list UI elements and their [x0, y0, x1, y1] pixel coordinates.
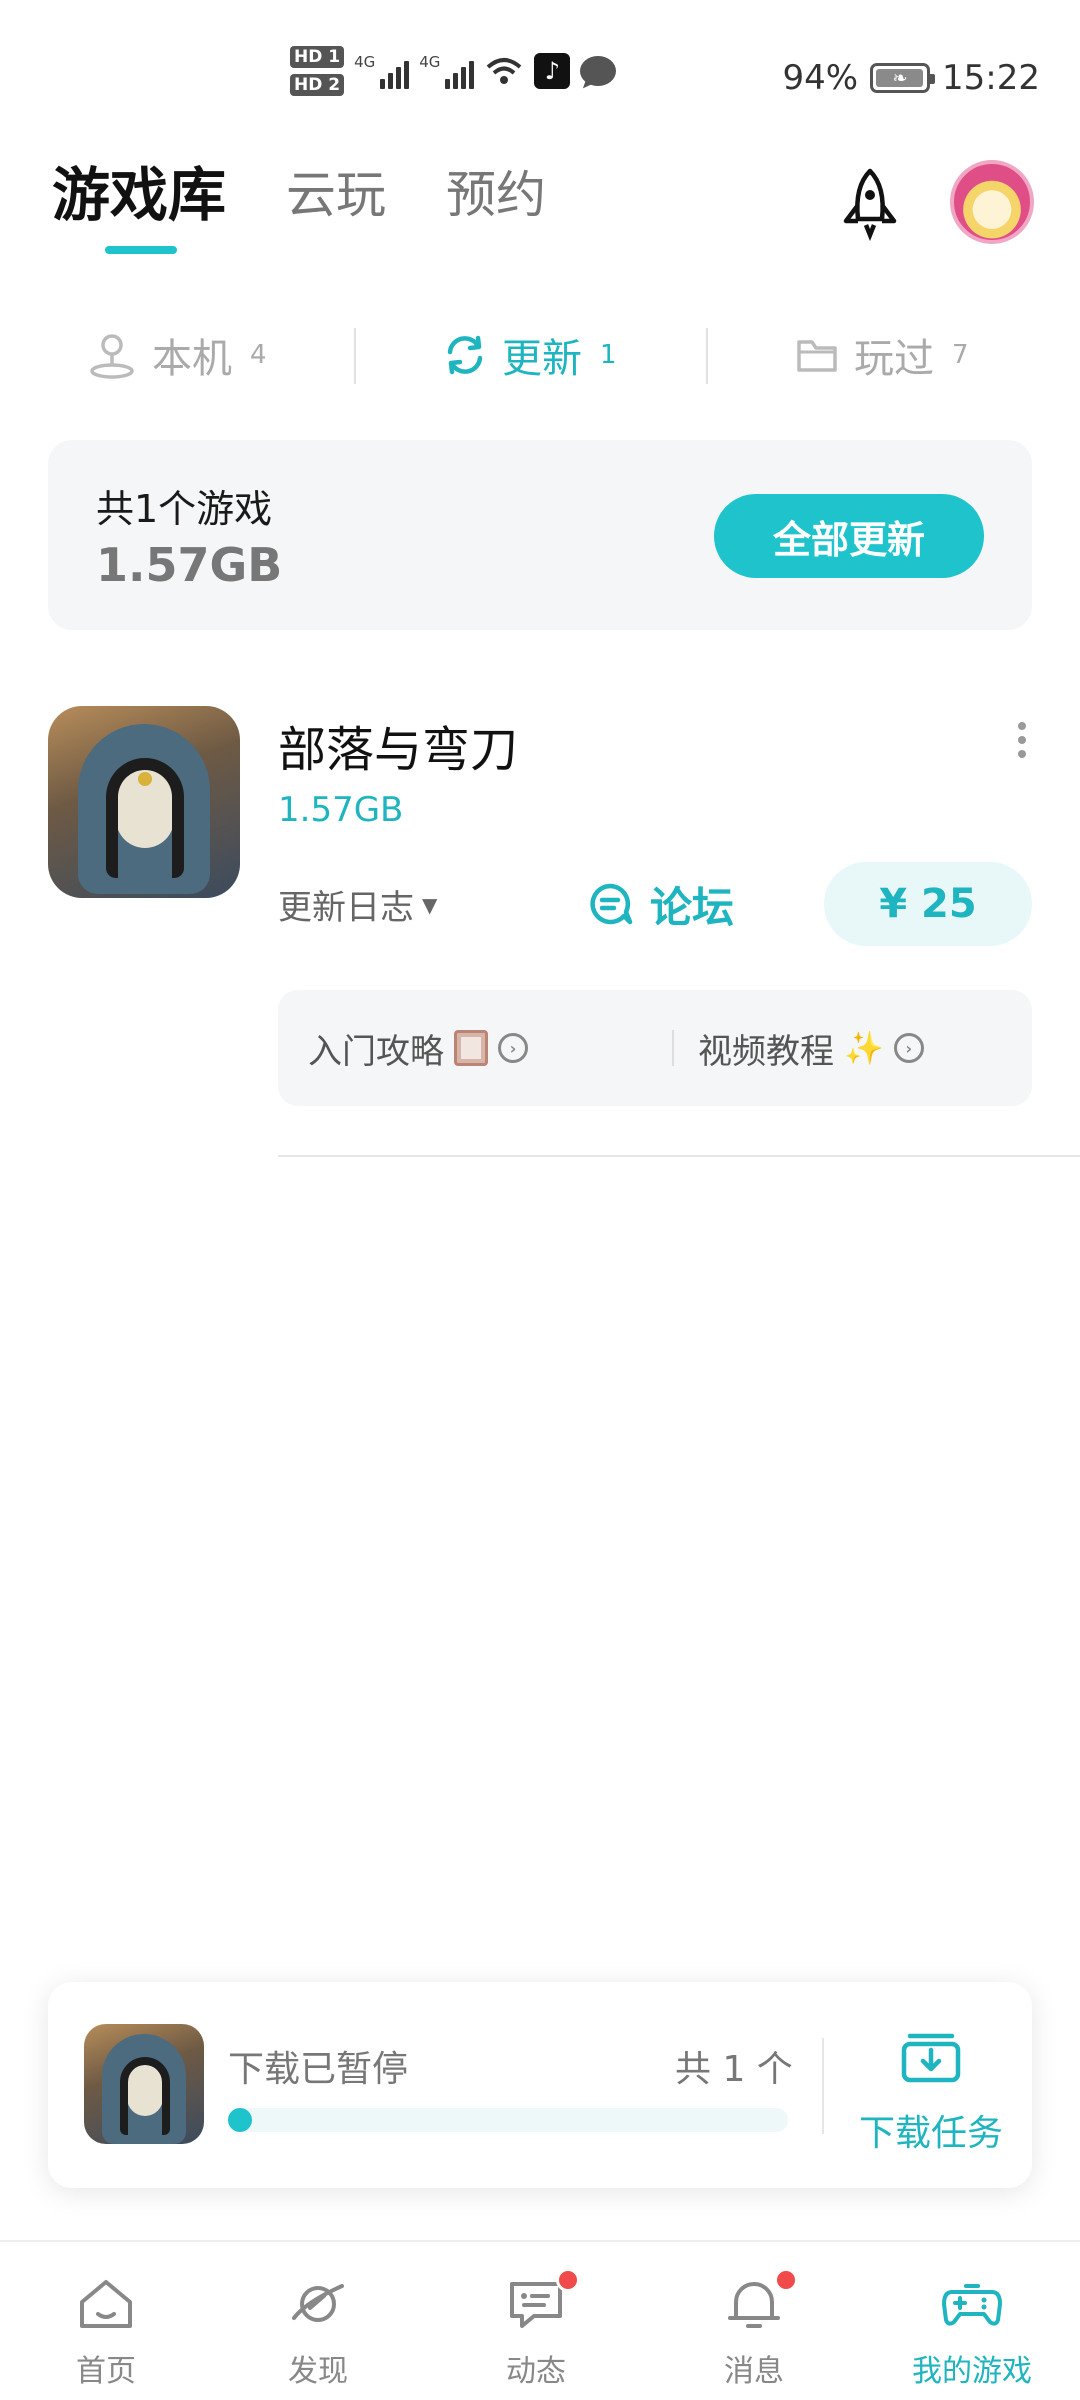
download-game-thumbnail [84, 2024, 204, 2144]
sub-tabs: 本机 4 更新 1 玩过 7 [0, 320, 1080, 390]
subtab-played-label: 玩过 [854, 336, 934, 382]
rocket-icon[interactable] [832, 165, 908, 241]
nav-messages[interactable]: 消息 [684, 2268, 824, 2392]
chat-bubble-icon [580, 56, 617, 86]
subtab-divider [354, 328, 356, 384]
download-count: 共 1 个 [675, 2049, 793, 2090]
subtab-updates-label: 更新 [502, 336, 582, 382]
more-options-icon[interactable] [1016, 722, 1028, 758]
video-tutorial-link[interactable]: 视频教程 ✨ › [698, 990, 924, 1106]
sim2-badge: HD 2 [290, 74, 345, 96]
forum-button[interactable]: 论坛 [586, 862, 734, 946]
beginner-guide-label: 入门攻略 [308, 1031, 444, 1072]
top-tabs: 游戏库 云玩 预约 [52, 160, 606, 254]
battery-percent: 94% [782, 58, 859, 98]
nav-my-games[interactable]: 我的游戏 [902, 2272, 1042, 2392]
download-status: 下载已暂停 [228, 2049, 409, 2090]
nav-discover[interactable]: 发现 [248, 2272, 388, 2392]
battery-icon: ❧ [870, 63, 936, 93]
download-tray-icon [901, 2033, 961, 2083]
avatar[interactable] [950, 160, 1034, 244]
changelog-dropdown[interactable]: 更新日志 ▼ [278, 880, 437, 929]
bottom-nav: 首页 发现 动态 消息 我的游戏 [0, 2240, 1080, 2400]
guide-card: 入门攻略 › 视频教程 ✨ › [278, 990, 1032, 1106]
update-summary-card: 共1个游戏 1.57GB 全部更新 [48, 440, 1032, 630]
circle-arrow-icon: › [893, 1033, 924, 1063]
folder-icon [797, 340, 837, 372]
sparkle-icon: ✨ [844, 1029, 884, 1067]
sim1-badge: HD 1 [290, 46, 345, 68]
buy-price-button[interactable]: ¥ 25 [824, 862, 1032, 946]
nav-feed[interactable]: 动态 [466, 2268, 606, 2392]
subtab-local-label: 本机 [152, 336, 232, 382]
local-device-icon [90, 334, 134, 379]
tab-reservations[interactable]: 预约 [446, 160, 546, 230]
planet-icon [292, 2284, 344, 2322]
forum-icon [590, 883, 633, 925]
subtab-played[interactable]: 玩过 7 [794, 320, 969, 390]
guide-divider [672, 1030, 674, 1066]
tiktok-icon: ♪ [534, 53, 571, 89]
game-size: 1.57GB [278, 790, 404, 830]
status-bar-left: HD 1 HD 2 4G 4G ♪ [290, 46, 617, 96]
clock: 15:22 [942, 58, 1040, 98]
video-tutorial-label: 视频教程 [698, 1031, 834, 1072]
beginner-guide-link[interactable]: 入门攻略 › [308, 990, 528, 1106]
total-size: 1.57GB [96, 538, 283, 592]
nav-home-label: 首页 [76, 2354, 136, 2389]
changelog-label: 更新日志 [278, 888, 414, 928]
download-progress-fill [228, 2108, 252, 2132]
tab-cloud-play[interactable]: 云玩 [286, 160, 386, 230]
forum-label: 论坛 [650, 882, 735, 932]
messages-badge [774, 2268, 798, 2292]
subtab-local-count: 4 [250, 340, 267, 370]
download-bar[interactable]: 下载已暂停 共 1 个 下载任务 [48, 1982, 1032, 2188]
download-divider [822, 2038, 824, 2134]
tab-game-library[interactable]: 游戏库 [52, 160, 226, 254]
subtab-played-count: 7 [952, 340, 969, 370]
signal-2-icon: 4G [419, 53, 475, 89]
download-tasks-label: 下载任务 [858, 2113, 1003, 2154]
list-divider [278, 1155, 1080, 1157]
circle-arrow-icon: › [498, 1033, 528, 1063]
book-icon [454, 1030, 488, 1066]
gamepad-icon [942, 2284, 1002, 2326]
feed-badge [556, 2268, 580, 2292]
sim-indicators: HD 1 HD 2 [290, 46, 345, 96]
nav-my-games-label: 我的游戏 [912, 2354, 1032, 2389]
update-all-button[interactable]: 全部更新 [714, 494, 984, 578]
wifi-icon [487, 58, 522, 84]
nav-home[interactable]: 首页 [36, 2272, 176, 2392]
subtab-divider [706, 328, 708, 384]
status-bar-right: 94% ❧ 15:22 [782, 58, 1040, 98]
download-progress-bar [228, 2108, 788, 2132]
nav-discover-label: 发现 [288, 2354, 348, 2389]
game-icon[interactable] [48, 706, 240, 898]
nav-messages-label: 消息 [724, 2354, 784, 2389]
download-tasks-button[interactable]: 下载任务 [856, 2018, 1006, 2158]
games-count: 共1个游戏 [96, 487, 273, 531]
home-icon [80, 2280, 132, 2328]
status-bar: HD 1 HD 2 4G 4G ♪ 94% ❧ 15:22 [0, 0, 1080, 150]
subtab-local[interactable]: 本机 4 [86, 320, 267, 390]
caret-down-icon: ▼ [422, 892, 438, 917]
nav-feed-label: 动态 [506, 2354, 566, 2389]
subtab-updates[interactable]: 更新 1 [442, 320, 617, 390]
signal-1-icon: 4G [354, 53, 410, 89]
game-title[interactable]: 部落与弯刀 [278, 710, 518, 780]
refresh-icon [447, 335, 483, 375]
subtab-updates-count: 1 [600, 340, 617, 370]
